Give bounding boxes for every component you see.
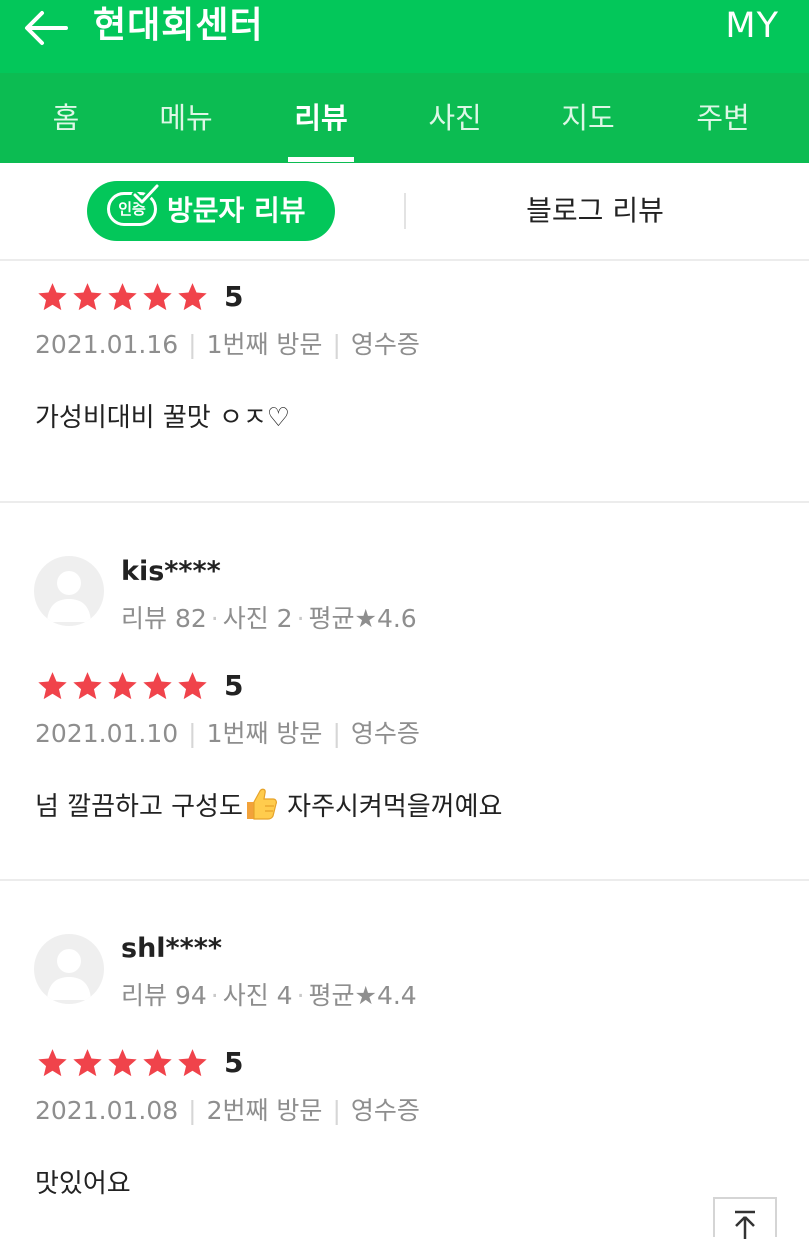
visitor-review-label: 방문자 리뷰 [167,194,306,227]
receipt-label: 영수증 [350,1096,420,1125]
star-icon [38,672,67,700]
arrow-left-icon [25,11,68,45]
meta-separator: | [332,330,341,359]
tab-nearby[interactable]: 주변 [663,73,783,163]
rating-score: 5 [224,280,244,313]
meta-separator: | [188,719,197,748]
author-average-rating: 평균★4.4 [308,981,417,1010]
tab-home[interactable]: 홈 [6,73,126,163]
visit-date: 2021.01.16 [35,330,179,359]
review-meta: 2021.01.10 | 1번째 방문 | 영수증 [35,717,420,751]
stats-dot: · [210,981,219,1010]
rating-score: 5 [224,1046,244,1079]
stats-dot: · [296,981,305,1010]
review-text-part: 자주시켜먹을꺼예요 [278,792,503,822]
tab-photos[interactable]: 사진 [395,73,515,163]
meta-separator: | [332,719,341,748]
star-icon [73,283,102,311]
author-stats: 리뷰 82 · 사진 2 · 평균★4.6 [121,602,417,636]
review-item: kis**** 리뷰 82 · 사진 2 · 평균★4.6 5 2021.01.10 | 1… [0,503,809,881]
star-icon [38,283,67,311]
author-review-count: 리뷰 82 [121,604,207,633]
avatar[interactable] [34,934,104,1004]
author-stats: 리뷰 94 · 사진 4 · 평균★4.4 [121,979,417,1013]
receipt-label: 영수증 [350,330,420,359]
star-icon [178,672,207,700]
star-icon [143,1049,172,1077]
author-review-count: 리뷰 94 [121,981,207,1010]
visit-date: 2021.01.08 [35,1096,179,1125]
tab-bar: 홈 메뉴 리뷰 사진 지도 주변 [0,73,809,163]
review-text[interactable]: 넘 깔끔하고 구성도 자주시켜먹을꺼예요 [35,786,502,826]
star-icon [73,672,102,700]
meta-separator: | [188,1096,197,1125]
author-photo-count: 사진 4 [222,981,293,1010]
star-icon [73,1049,102,1077]
review-item: shl**** 리뷰 94 · 사진 4 · 평균★4.4 5 2021.01.08 | 2… [0,881,809,1241]
review-text[interactable]: 맛있어요 [35,1164,131,1204]
default-user-icon [47,949,91,1000]
meta-separator: | [188,330,197,359]
author-photo-count: 사진 2 [222,604,293,633]
visit-count: 1번째 방문 [206,719,323,748]
review-item: 5 2021.01.16 | 1번째 방문 | 영수증 가성비대비 꿀맛 ㅇㅈ♡ [0,261,809,503]
star-icon [143,672,172,700]
star-icon [178,283,207,311]
star-rating [36,281,211,315]
app-header: 현대회센터 MY [0,0,809,73]
tab-reviews[interactable]: 리뷰 [261,73,381,163]
tab-menu[interactable]: 메뉴 [126,73,246,163]
review-type-tabs: 인증 방문자 리뷰 블로그 리뷰 [0,163,809,261]
star-icon [38,1049,67,1077]
active-tab-indicator [288,157,354,162]
review-meta: 2021.01.16 | 1번째 방문 | 영수증 [35,328,420,362]
thumbs-up-icon [246,788,277,820]
visit-count: 1번째 방문 [206,330,323,359]
author-name[interactable]: shl**** [121,931,222,967]
tab-map[interactable]: 지도 [528,73,648,163]
review-meta: 2021.01.08 | 2번째 방문 | 영수증 [35,1094,420,1128]
visit-count: 2번째 방문 [206,1096,323,1125]
receipt-label: 영수증 [350,719,420,748]
stats-dot: · [296,604,305,633]
meta-separator: | [332,1096,341,1125]
visitor-review-tab[interactable]: 인증 방문자 리뷰 [87,181,335,241]
checkmark-icon [131,183,161,206]
avatar[interactable] [34,556,104,626]
back-button[interactable] [22,10,72,46]
star-rating [36,670,211,704]
visit-date: 2021.01.10 [35,719,179,748]
review-text[interactable]: 가성비대비 꿀맛 ㅇㅈ♡ [35,398,290,438]
scroll-to-top-icon [735,1210,755,1239]
stats-dot: · [210,604,219,633]
divider [404,193,406,229]
author-name[interactable]: kis**** [121,554,221,590]
blog-review-tab[interactable]: 블로그 리뷰 [470,181,720,241]
my-button[interactable]: MY [725,2,779,50]
default-user-icon [47,571,91,622]
star-rating [36,1047,211,1081]
star-icon [178,1049,207,1077]
star-icon [108,672,137,700]
rating-score: 5 [224,669,244,702]
star-icon [108,1049,137,1077]
page-title: 현대회센터 [93,5,264,46]
author-average-rating: 평균★4.6 [308,604,417,633]
star-icon [143,283,172,311]
scroll-to-top-button[interactable] [713,1197,777,1239]
review-text-part: 넘 깔끔하고 구성도 [35,792,243,822]
star-icon [108,283,137,311]
